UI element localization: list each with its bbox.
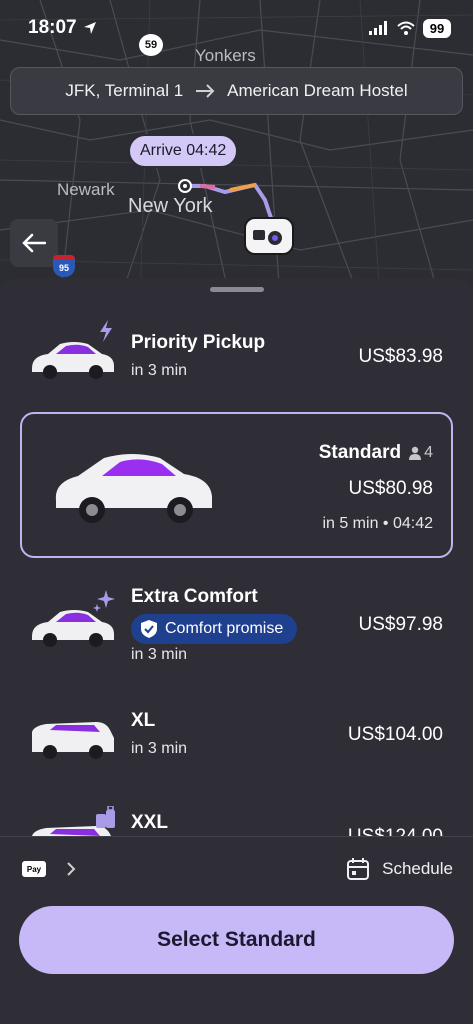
option-priority-pickup[interactable]: Priority Pickup in 3 min US$83.98 <box>0 320 473 392</box>
option-name: XL <box>131 710 156 731</box>
seat-count-value: 4 <box>424 444 433 461</box>
sparkle-icon <box>93 590 115 612</box>
apple-pay-icon: Pay <box>22 861 46 877</box>
sheet-grabber[interactable] <box>210 287 264 292</box>
option-eta: in 3 min <box>131 646 188 663</box>
badge-label: Comfort promise <box>165 620 284 637</box>
back-button[interactable] <box>10 219 58 267</box>
option-name-row: Standard 4 <box>319 442 433 464</box>
option-price: US$97.98 <box>358 614 443 635</box>
option-name: Standard <box>318 442 402 463</box>
option-standard-selected[interactable]: Standard 4 US$80.98 in 5 min • 04:42 <box>20 412 453 558</box>
status-time: 18:07 <box>28 17 97 39</box>
route-destination: American Dream Hostel <box>227 81 408 100</box>
option-eta: in 3 min <box>131 362 188 379</box>
map-label-new-york: New York <box>128 195 213 217</box>
route-95-shield: 95 <box>53 255 75 277</box>
option-price: US$83.98 <box>358 346 443 367</box>
shield-check-icon <box>141 620 157 638</box>
option-xl[interactable]: XL in 3 min US$104.00 <box>0 704 473 774</box>
option-name: Extra Comfort <box>131 586 258 607</box>
route-banner[interactable]: JFK, Terminal 1 American Dream Hostel <box>10 67 463 115</box>
option-price: US$104.00 <box>347 724 443 745</box>
wifi-icon <box>397 21 415 35</box>
route-59-shield: 59 <box>139 34 163 56</box>
option-eta: in 3 min <box>131 740 188 757</box>
arrive-pill: Arrive 04:42 <box>128 134 239 168</box>
person-icon <box>409 446 422 460</box>
option-price: US$124.00 <box>348 826 443 836</box>
signal-icon <box>369 21 387 35</box>
option-name: Priority Pickup <box>131 332 266 353</box>
option-price: US$80.98 <box>348 478 433 499</box>
option-xxl[interactable]: XXL US$124.00 <box>0 804 473 836</box>
status-icons: 99 <box>369 18 451 38</box>
location-arrow-icon <box>83 22 96 34</box>
route-origin: JFK, Terminal 1 <box>65 81 184 100</box>
luggage-icon <box>96 806 115 828</box>
car-icon <box>55 454 212 523</box>
back-arrow-icon <box>22 233 46 253</box>
option-eta: in 5 min • 04:42 <box>322 515 433 532</box>
car-icon <box>32 722 114 759</box>
schedule-button[interactable]: Schedule <box>346 857 453 881</box>
arrow-right-icon <box>196 84 215 98</box>
chevron-right-icon <box>67 862 76 876</box>
battery-icon: 99 <box>423 18 451 38</box>
select-ride-button[interactable]: Select Standard <box>19 906 454 974</box>
option-name: XXL <box>131 812 168 833</box>
lightning-icon <box>100 320 112 342</box>
clock-text: 18:07 <box>28 17 77 38</box>
apple-pay-label: Pay <box>26 864 42 874</box>
map-label-yonkers: Yonkers <box>195 46 256 65</box>
map-label-newark: Newark <box>57 180 115 199</box>
seat-count: 4 <box>409 444 433 462</box>
schedule-label: Schedule <box>382 859 453 878</box>
map-view[interactable]: 18:07 99 59 Yonkers JFK, Terminal 1 Amer… <box>0 0 473 300</box>
payment-method-selector[interactable]: Pay <box>22 861 76 877</box>
calendar-icon <box>347 858 370 880</box>
comfort-promise-badge[interactable]: Comfort promise <box>131 614 298 644</box>
ride-options-sheet: Priority Pickup in 3 min US$83.98 Standa… <box>0 278 473 1024</box>
